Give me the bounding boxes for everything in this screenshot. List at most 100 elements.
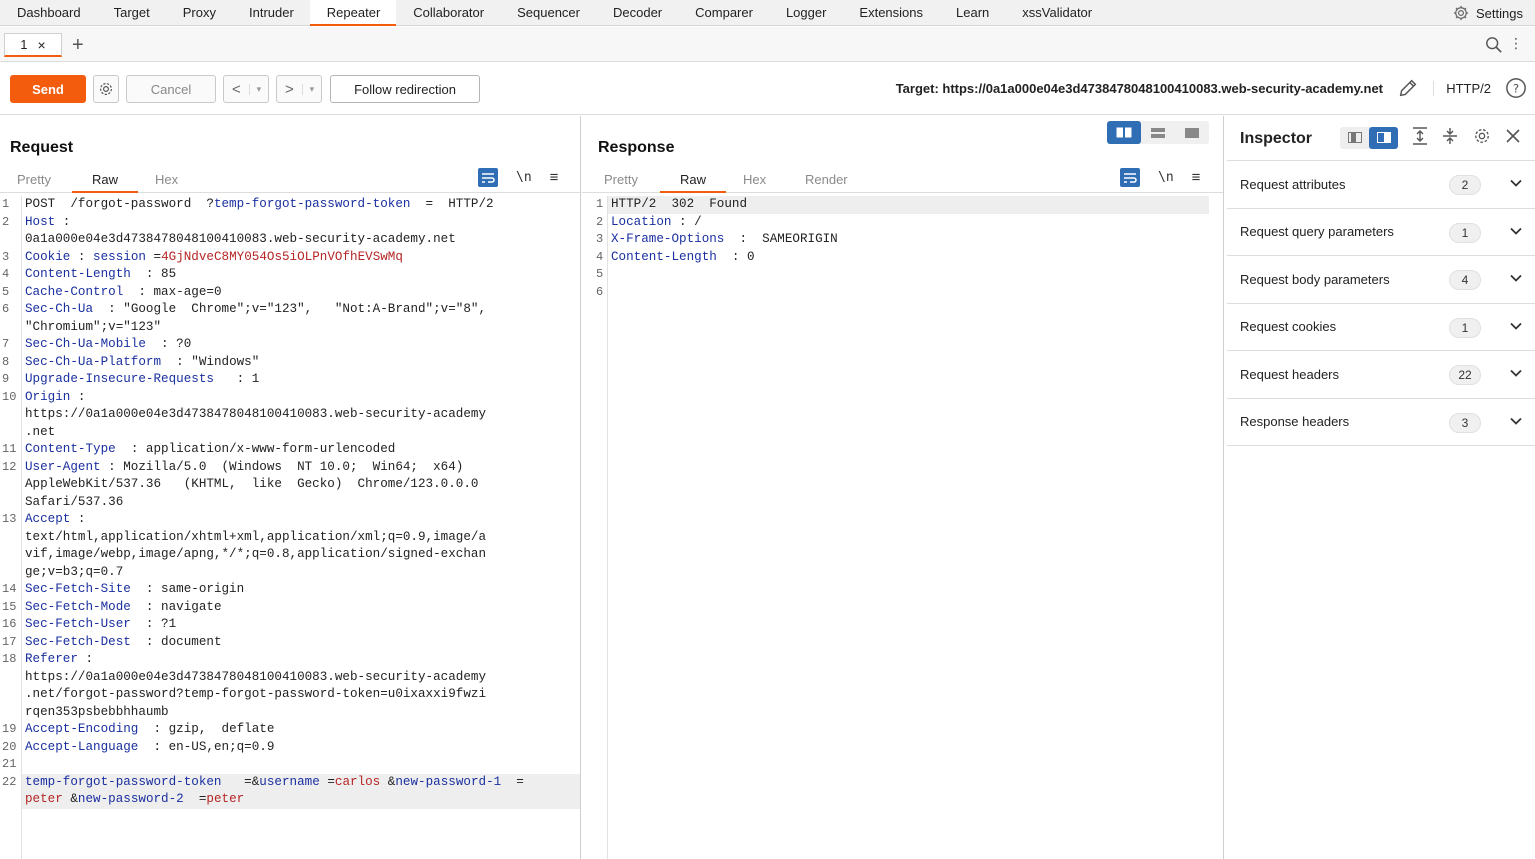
settings-label: Settings [1476, 5, 1523, 21]
token-text: : text/html,application/xhtml+xml,applic… [25, 512, 487, 579]
tab-hex[interactable]: Hex [743, 172, 766, 187]
tab-hex[interactable]: Hex [155, 172, 178, 187]
tab-raw[interactable]: Raw [92, 172, 118, 187]
token-text: : https://0a1a000e04e3d47384780481004100… [25, 389, 487, 439]
line-code: Content-Type : application/x-www-form-ur… [22, 441, 580, 459]
chevron-down-icon[interactable]: ▾ [301, 83, 321, 95]
layout-stacked-icon[interactable] [1141, 121, 1175, 144]
layout-tabbed-icon[interactable] [1175, 121, 1209, 144]
cancel-button[interactable]: Cancel [126, 75, 216, 103]
chevron-down-icon[interactable] [1509, 271, 1523, 288]
line-number: 4 [596, 249, 604, 264]
request-pane: Request Pretty Raw Hex \n ≡ 1 POST /forgo… [0, 116, 581, 859]
token-text: : ?1 [130, 617, 177, 631]
token-text: : same-origin [130, 582, 245, 596]
tab-pretty[interactable]: Pretty [604, 172, 638, 187]
inspector-section-label: Request cookies [1240, 319, 1337, 335]
line-number: 14 [2, 582, 17, 596]
inspector-section[interactable]: Request cookies 1 [1227, 304, 1535, 351]
settings-button[interactable]: Settings [1452, 0, 1523, 26]
svg-text:?: ? [1513, 82, 1519, 96]
more-vertical-icon[interactable]: ⋮ [1509, 35, 1523, 52]
count-badge: 1 [1449, 317, 1481, 338]
nav-tab-intruder[interactable]: Intruder [232, 0, 310, 25]
inspector-section[interactable]: Request attributes 2 [1227, 161, 1535, 209]
newline-toggle[interactable]: \n [516, 170, 532, 185]
code-line: 10 Origin : https://0a1a000e04e3d47384780… [0, 389, 580, 442]
response-editor[interactable]: 1 HTTP/2 302 Found 2 Location : / 3 X-Frame-O… [582, 196, 1223, 859]
line-code [22, 756, 580, 774]
nav-tab-proxy[interactable]: Proxy [166, 0, 232, 25]
chevron-down-icon[interactable] [1509, 224, 1523, 241]
close-icon[interactable]: × [38, 37, 46, 53]
edit-target-icon[interactable] [1397, 77, 1419, 102]
inspector-section[interactable]: Request headers 22 [1227, 351, 1535, 399]
menu-icon[interactable]: ≡ [1192, 169, 1201, 186]
expand-all-icon[interactable] [1412, 127, 1428, 148]
code-line: 2 Host : 0a1a000e04e3d4738478048100410083… [0, 214, 580, 249]
nav-tab-target[interactable]: Target [97, 0, 166, 25]
inspector-section[interactable]: Request body parameters 4 [1227, 256, 1535, 304]
inspector-section[interactable]: Request query parameters 1 [1227, 209, 1535, 256]
tab-pretty[interactable]: Pretty [17, 172, 51, 187]
count-badge: 3 [1449, 412, 1481, 433]
chevron-down-icon[interactable] [1509, 176, 1523, 193]
repeater-tab-1[interactable]: 1 × [4, 33, 62, 57]
nav-tab-learn[interactable]: Learn [939, 0, 1005, 25]
nav-tab-extensions[interactable]: Extensions [842, 0, 939, 25]
token-key: new-password-2 [77, 792, 184, 806]
code-line: 18 Referer : https://0a1a000e04e3d4738478… [0, 651, 580, 721]
nav-tab-dashboard[interactable]: Dashboard [0, 0, 97, 25]
line-number: 21 [2, 757, 17, 771]
close-icon[interactable] [1505, 128, 1521, 147]
token-text: =& [221, 774, 260, 789]
newline-toggle[interactable]: \n [1158, 170, 1174, 185]
nav-tab-repeater[interactable]: Repeater [309, 0, 397, 26]
token-text: : "Windows" [161, 354, 260, 369]
repeater-tab-label: 1 [20, 37, 28, 52]
panel-left-icon[interactable] [1340, 127, 1369, 149]
history-forward-button[interactable]: > ▾ [276, 75, 322, 103]
line-code: Sec-Fetch-User : ?1 [22, 616, 580, 634]
chevron-down-icon[interactable]: ▾ [248, 83, 268, 95]
token-key: Content-Type [25, 442, 116, 456]
nav-tab-comparer[interactable]: Comparer [678, 0, 769, 25]
search-icon[interactable] [1485, 36, 1503, 57]
history-back-button[interactable]: < ▾ [223, 75, 269, 103]
word-wrap-icon[interactable] [1120, 168, 1140, 187]
tab-raw[interactable]: Raw [680, 172, 706, 187]
inspector-section[interactable]: Response headers 3 [1227, 399, 1535, 446]
line-code: Sec-Fetch-Mode : navigate [22, 599, 580, 617]
token-value: peter [206, 792, 245, 806]
nav-tab-xssvalidator[interactable]: xssValidator [1005, 0, 1108, 25]
send-button[interactable]: Send [10, 75, 86, 103]
help-icon[interactable]: ? [1505, 77, 1527, 102]
collapse-all-icon[interactable] [1442, 127, 1458, 148]
chevron-down-icon[interactable] [1509, 366, 1523, 383]
tab-render[interactable]: Render [805, 172, 848, 187]
http-version[interactable]: HTTP/2 [1433, 81, 1491, 96]
code-line: 3 X-Frame-Options : SAMEORIGIN [582, 231, 1209, 249]
request-editor[interactable]: 1 POST /forgot-password ?temp-forgot-pass… [0, 196, 580, 859]
chevron-down-icon[interactable] [1509, 319, 1523, 336]
layout-side-by-side-icon[interactable] [1107, 121, 1141, 144]
nav-tab-sequencer[interactable]: Sequencer [500, 0, 596, 25]
line-code: POST /forgot-password ?temp-forgot-passw… [22, 196, 580, 214]
nav-tab-collaborator[interactable]: Collaborator [396, 0, 500, 25]
token-text: : 0 [716, 249, 755, 264]
line-number: 5 [596, 267, 604, 281]
nav-tab-decoder[interactable]: Decoder [596, 0, 678, 25]
word-wrap-icon[interactable] [478, 168, 498, 187]
menu-icon[interactable]: ≡ [550, 169, 559, 186]
nav-tab-logger[interactable]: Logger [769, 0, 842, 25]
token-text: : [70, 249, 94, 264]
token-key: Sec-Fetch-Site [25, 582, 131, 596]
chevron-down-icon[interactable] [1509, 414, 1523, 431]
panel-right-icon[interactable] [1369, 126, 1398, 149]
gear-icon[interactable] [1472, 126, 1492, 149]
token-text: : 1 [213, 372, 260, 386]
add-tab-icon[interactable]: + [72, 34, 84, 57]
follow-redirection-button[interactable]: Follow redirection [330, 75, 480, 103]
code-line: 12 User-Agent : Mozilla/5.0 (Windows NT 1… [0, 459, 580, 512]
request-settings-button[interactable] [93, 75, 119, 103]
